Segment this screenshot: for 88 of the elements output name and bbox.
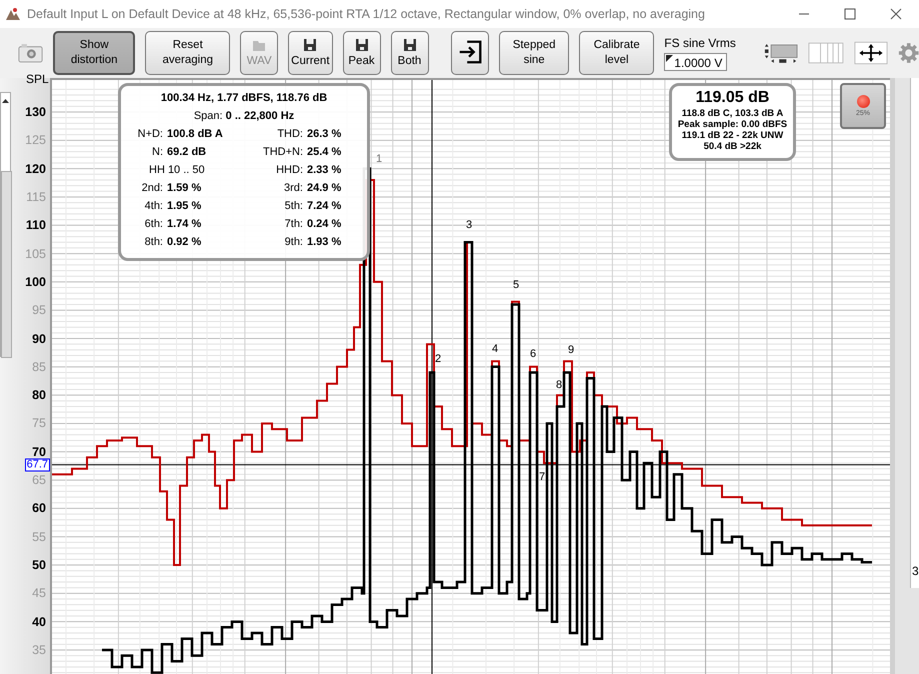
- axis-label: 65: [32, 473, 46, 488]
- cursor-line[interactable]: [52, 464, 890, 466]
- axis-label: 55: [32, 530, 46, 544]
- measurement-header: 100.34 Hz, 1.77 dBFS, 118.76 dB: [160, 92, 328, 104]
- metric-value: 24.9 %: [307, 182, 342, 194]
- harmonic-label: 3: [466, 219, 472, 231]
- harmonic-label: 2: [434, 353, 442, 365]
- axis-label: 95: [32, 303, 46, 318]
- save-icon: [354, 38, 368, 52]
- metric-label: THD+N:: [262, 146, 303, 158]
- input-switch-button[interactable]: [450, 31, 490, 75]
- axis-label: 60: [32, 501, 46, 516]
- metric-label: 8th:: [144, 236, 163, 248]
- toolbar-button[interactable]: Reset averaging: [145, 31, 230, 75]
- level-detail: 50.4 dB >22k: [702, 141, 762, 152]
- metric-label: 3rd:: [283, 182, 303, 194]
- harmonic-label: 1: [376, 153, 382, 165]
- metric-value: 25.4 %: [307, 146, 342, 158]
- metric-label: 7th:: [284, 218, 303, 230]
- metric-value: 1.59 %: [167, 182, 202, 194]
- axis-label: 125: [25, 133, 46, 148]
- toolbar-button[interactable]: Current: [288, 31, 332, 75]
- harmonic-label: 5: [512, 279, 520, 291]
- metric-label: HH 10 .. 50: [148, 164, 206, 176]
- harmonic-label: 7: [538, 471, 546, 483]
- metric-label: THD:: [276, 128, 303, 140]
- axis-label: 115: [26, 190, 46, 204]
- metric-label: HHD:: [275, 164, 303, 176]
- axis-label: 3: [912, 564, 919, 578]
- metric-label: 9th:: [284, 236, 303, 248]
- metric-value: 1.93 %: [307, 236, 342, 248]
- axis-label: 105: [25, 246, 46, 261]
- metric-label: 5th:: [284, 200, 303, 212]
- move-arrows-icon[interactable]: [854, 40, 888, 66]
- metric-value: 100.8 dB A: [167, 128, 224, 140]
- axis-label: 40: [32, 614, 46, 629]
- metric-value: 2.33 %: [307, 164, 342, 176]
- axis-label: 100: [25, 274, 46, 289]
- metric-value: 7.24 %: [307, 200, 342, 212]
- fs-sine-label: FS sine Vrms: [664, 36, 736, 50]
- toolbar-button[interactable]: Show distortion: [53, 31, 136, 75]
- save-icon: [303, 38, 318, 52]
- metric-label: 4th:: [144, 200, 163, 212]
- window-title: Default Input L on Default Device at 48 kHz, 65,536-point RTA 1/12 octave, Rectangular window, 0% overlap, no averaging: [27, 7, 705, 21]
- level-detail: 119.1 dB 22 - 22k UNW: [680, 130, 784, 141]
- metric-value: 0.92 %: [167, 236, 202, 248]
- scrollbar[interactable]: [0, 92, 11, 357]
- metric-label: 2nd:: [140, 182, 163, 194]
- axis-label: 110: [26, 218, 46, 232]
- metric-label: N+D:: [136, 128, 163, 140]
- metric-value: 1.74 %: [167, 218, 202, 230]
- metric-value: 69.2 dB: [167, 146, 208, 158]
- toolbar-button[interactable]: Both: [390, 31, 428, 75]
- level-reading: 119.05 dB: [694, 88, 770, 108]
- axis-label: 85: [32, 360, 46, 374]
- metric-value: 0.24 %: [307, 218, 342, 230]
- metric-value: 26.3 %: [307, 128, 342, 140]
- harmonic-label: 6: [530, 348, 536, 360]
- harmonic-label: 4: [492, 343, 498, 355]
- level-detail: 118.8 dB C, 103.3 dB A: [680, 108, 784, 119]
- axis-label: 80: [32, 388, 46, 402]
- resize-plot-icon[interactable]: [764, 41, 798, 65]
- axis-label: 35: [32, 642, 46, 657]
- axis-label: 70: [32, 444, 46, 459]
- axis-label: 75: [32, 416, 46, 430]
- corner-icon: [666, 54, 674, 62]
- fs-sine-field[interactable]: 1.0000 V: [664, 52, 728, 70]
- axis-title: SPL: [26, 72, 49, 86]
- axis-label: 130: [25, 105, 46, 119]
- span-text: Span: 0 .. 22,800 Hz: [192, 110, 296, 122]
- app-logo-icon: [5, 6, 21, 22]
- toolbar-button[interactable]: Peak: [342, 31, 380, 75]
- harmonic-label: 9: [568, 344, 574, 356]
- metric-label: 6th:: [144, 218, 163, 230]
- camera-icon[interactable]: [18, 42, 44, 64]
- harmonic-label: 8: [556, 379, 562, 391]
- axis-label: 90: [32, 332, 46, 346]
- toolbar-button[interactable]: Stepped sine: [499, 31, 570, 75]
- metric-label: N:: [151, 146, 163, 158]
- metric-value: 1.95 %: [167, 200, 202, 212]
- axis-label: 45: [32, 586, 46, 600]
- save-icon: [402, 38, 416, 52]
- cursor-value: 67.7: [24, 458, 50, 472]
- axis-label: 120: [25, 162, 46, 176]
- toolbar-button[interactable]: Calibrate level: [579, 31, 654, 75]
- up-arrow-icon[interactable]: [1, 97, 10, 106]
- axis-label: 50: [32, 558, 46, 572]
- level-detail: Peak sample: 0.00 dBFS: [676, 119, 788, 130]
